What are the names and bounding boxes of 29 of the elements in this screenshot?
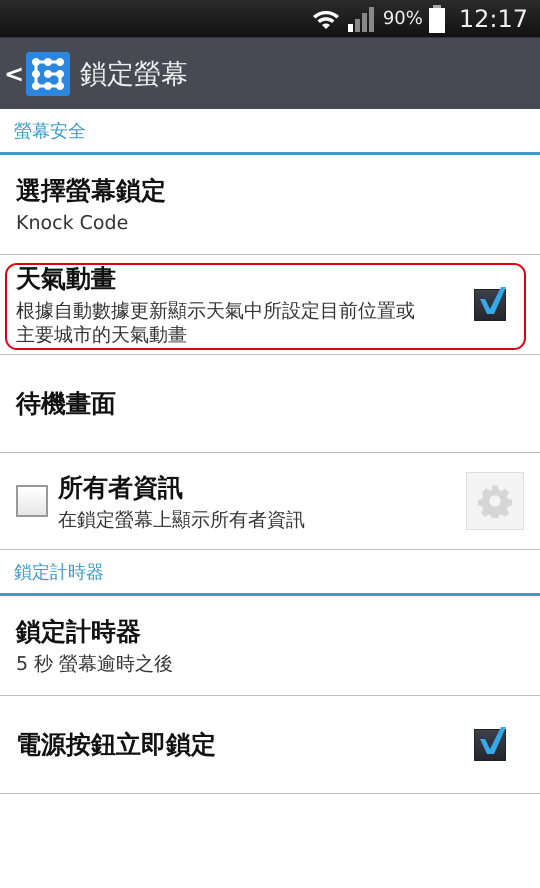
setting-title: 天氣動畫 (16, 263, 117, 295)
settings-icon (478, 484, 512, 518)
checkbox[interactable] (16, 485, 48, 517)
setting-row[interactable]: 天氣動畫 根據自動數據更新顯示天氣中所設定目前位置或主要城市的天氣動畫 (0, 255, 540, 355)
setting-row[interactable]: 電源按鈕立即鎖定 (0, 696, 540, 794)
back-button[interactable]: < (4, 60, 24, 88)
checkbox[interactable] (474, 728, 506, 760)
screen-title: 鎖定螢幕 (80, 58, 188, 92)
setting-row[interactable]: 待機畫面 (0, 355, 540, 453)
checkbox[interactable] (474, 288, 506, 320)
section-header: 螢幕安全 (0, 109, 540, 155)
clock: 12:17 (458, 4, 528, 32)
setting-summary: 5 秒 螢幕逾時之後 (16, 652, 174, 676)
setting-summary: Knock Code (16, 211, 130, 235)
setting-title: 所有者資訊 (58, 472, 184, 504)
signal-icon (346, 6, 377, 32)
setting-row[interactable]: 鎖定計時器 5 秒 螢幕逾時之後 (0, 596, 540, 696)
battery-icon (428, 4, 445, 32)
setting-title: 電源按鈕立即鎖定 (16, 729, 217, 761)
setting-title: 待機畫面 (16, 388, 117, 420)
setting-title: 鎖定計時器 (16, 616, 142, 648)
setting-title: 選擇螢幕鎖定 (16, 175, 167, 207)
setting-summary: 在鎖定螢幕上顯示所有者資訊 (58, 508, 306, 532)
setting-row[interactable]: 所有者資訊 在鎖定螢幕上顯示所有者資訊 (0, 453, 540, 550)
grid-pattern-icon (26, 52, 70, 96)
battery-percentage: 90% (382, 8, 423, 29)
setting-row[interactable]: 選擇螢幕鎖定 Knock Code (0, 155, 540, 255)
setting-summary: 根據自動數據更新顯示天氣中所設定目前位置或主要城市的天氣動畫 (16, 299, 416, 347)
section-header: 鎖定計時器 (0, 550, 540, 596)
